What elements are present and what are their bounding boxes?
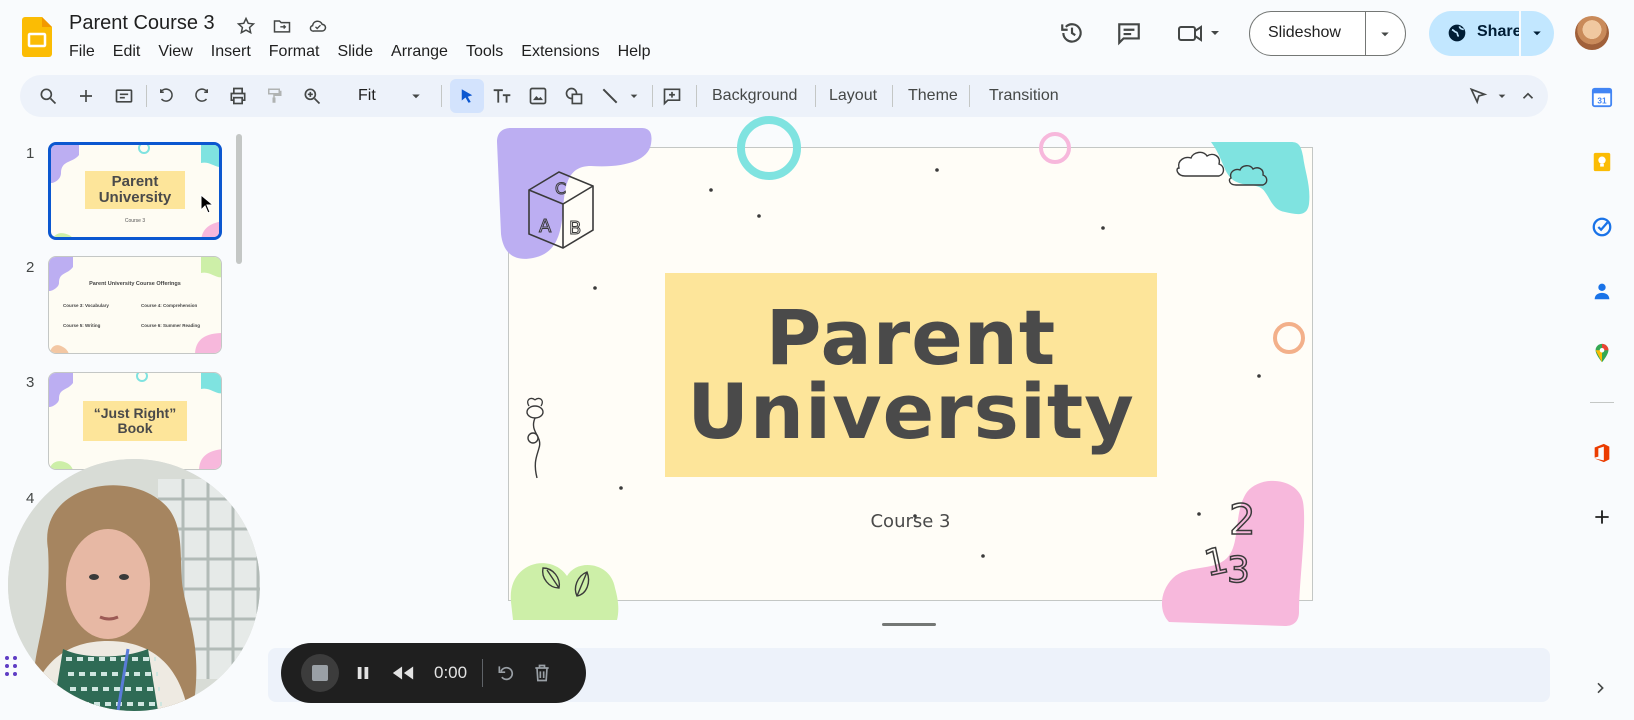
add-addon-plus-icon[interactable]	[1582, 502, 1622, 532]
thumbnail-subtitle: Course 3	[124, 218, 146, 224]
svg-text:3: 3	[1227, 550, 1250, 591]
line-icon[interactable]	[598, 84, 622, 108]
menu-format[interactable]: Format	[260, 41, 329, 63]
toolbar: Fit Background Layout Theme Transition	[20, 75, 1548, 117]
menu-extensions[interactable]: Extensions	[512, 41, 608, 63]
zoom-dropdown-chevron-icon[interactable]	[404, 84, 428, 108]
stop-button[interactable]	[301, 654, 339, 692]
cloud-saved-icon[interactable]	[306, 14, 330, 38]
thumbnail-title: “Just Right” Book	[83, 401, 187, 441]
collapse-toolbar-chevron-up-icon[interactable]	[1516, 84, 1540, 108]
drag-grip-icon[interactable]	[4, 655, 20, 677]
thumbnail-title: Parent University	[85, 171, 185, 209]
shape-icon[interactable]	[562, 84, 586, 108]
svg-text:31: 31	[1597, 96, 1607, 105]
recording-time: 0:00	[434, 663, 468, 682]
keep-icon[interactable]	[1582, 147, 1622, 177]
pause-icon[interactable]	[351, 661, 375, 685]
new-slide-plus-icon[interactable]	[74, 84, 98, 108]
version-history-icon[interactable]	[1059, 20, 1085, 46]
slideshow-options-chevron-icon[interactable]	[1376, 25, 1394, 48]
add-comment-icon[interactable]	[660, 84, 684, 108]
slide-number: 3	[26, 374, 35, 391]
slide-number: 4	[26, 490, 35, 507]
restart-icon[interactable]	[494, 661, 518, 685]
menu-tools[interactable]: Tools	[457, 41, 512, 63]
rewind-icon[interactable]	[391, 661, 415, 685]
tasks-icon[interactable]	[1582, 212, 1622, 242]
slide-subtitle[interactable]: Course 3	[509, 511, 1312, 532]
filmstrip-scrollbar[interactable]	[236, 134, 242, 264]
share-label: Share	[1477, 23, 1522, 40]
menu-slide[interactable]: Slide	[328, 41, 382, 63]
search-menus-icon[interactable]	[36, 84, 60, 108]
svg-text:C: C	[555, 179, 566, 198]
menu-bar: File Edit View Insert Format Slide Arran…	[60, 41, 659, 63]
slide-thumbnail-1[interactable]: Parent University Course 3	[48, 142, 222, 240]
select-cursor-icon[interactable]	[455, 84, 479, 108]
transition-button[interactable]: Transition	[989, 87, 1059, 105]
calendar-icon[interactable]: 31	[1582, 82, 1622, 112]
menu-insert[interactable]: Insert	[202, 41, 260, 63]
slide-title-box[interactable]: Parent University	[665, 273, 1157, 477]
mouse-pointer-icon	[200, 194, 214, 214]
background-button[interactable]: Background	[712, 87, 797, 105]
notes-resize-handle[interactable]	[882, 623, 936, 626]
redo-icon[interactable]	[190, 84, 214, 108]
account-avatar[interactable]	[1575, 16, 1609, 50]
theme-button[interactable]: Theme	[908, 87, 958, 105]
svg-text:A: A	[539, 216, 552, 237]
paint-format-icon[interactable]	[262, 84, 286, 108]
contacts-icon[interactable]	[1582, 276, 1622, 306]
slide-canvas[interactable]: C A B 2 1 3 Parent University Course 3	[497, 116, 1313, 626]
undo-icon[interactable]	[154, 84, 178, 108]
insert-image-icon[interactable]	[526, 84, 550, 108]
expand-side-panel-chevron-icon[interactable]	[1592, 680, 1608, 696]
menu-arrange[interactable]: Arrange	[382, 41, 457, 63]
document-title[interactable]: Parent Course 3	[69, 12, 215, 35]
thumbnail-item: Course 4: Comprehension	[141, 303, 198, 308]
move-folder-icon[interactable]	[270, 14, 294, 38]
slide-number: 1	[26, 145, 35, 162]
zoom-select[interactable]: Fit	[358, 87, 376, 105]
share-button[interactable]: Share	[1429, 11, 1554, 56]
text-box-icon[interactable]	[490, 84, 514, 108]
thumbnail-title: Parent University Course Offerings	[89, 281, 181, 287]
menu-file[interactable]: File	[60, 41, 104, 63]
pen-tool-icon[interactable]	[1466, 84, 1490, 108]
maps-icon[interactable]	[1582, 338, 1622, 368]
office-addon-icon[interactable]	[1582, 438, 1622, 468]
slide-thumbnail-2[interactable]: Parent University Course Offerings Cours…	[48, 256, 222, 354]
menu-edit[interactable]: Edit	[104, 41, 150, 63]
menu-view[interactable]: View	[149, 41, 201, 63]
slide-layout-icon[interactable]	[112, 84, 136, 108]
recording-controls: 0:00	[281, 643, 586, 703]
comments-icon[interactable]	[1116, 20, 1142, 46]
slide-title-line-1: Parent	[765, 292, 1057, 382]
stop-icon	[312, 665, 328, 681]
print-icon[interactable]	[226, 84, 250, 108]
webcam-overlay[interactable]	[8, 459, 260, 711]
slide-thumbnail-3[interactable]: “Just Right” Book	[48, 372, 222, 470]
line-dropdown-chevron-icon[interactable]	[622, 84, 646, 108]
menu-help[interactable]: Help	[609, 41, 660, 63]
slideshow-button[interactable]: Slideshow	[1249, 11, 1406, 56]
thumbnail-item: Course 6: Summer Reading	[141, 323, 201, 328]
meet-camera-icon[interactable]	[1176, 20, 1226, 46]
layout-button[interactable]: Layout	[829, 87, 877, 105]
slides-logo-icon[interactable]	[22, 17, 52, 57]
trash-icon[interactable]	[530, 661, 554, 685]
pen-dropdown-chevron-icon[interactable]	[1490, 84, 1514, 108]
slide-number: 2	[26, 259, 35, 276]
thumbnail-item: Course 3: Vocabulary	[63, 303, 109, 308]
svg-text:B: B	[569, 218, 581, 239]
star-icon[interactable]	[234, 14, 258, 38]
thumbnail-item: Course 5: Writing	[63, 323, 101, 328]
slideshow-label: Slideshow	[1268, 24, 1341, 41]
globe-icon	[1447, 23, 1467, 48]
zoom-icon[interactable]	[300, 84, 324, 108]
slide-title-line-2: University	[687, 367, 1135, 456]
share-options-chevron-icon[interactable]	[1528, 24, 1546, 47]
